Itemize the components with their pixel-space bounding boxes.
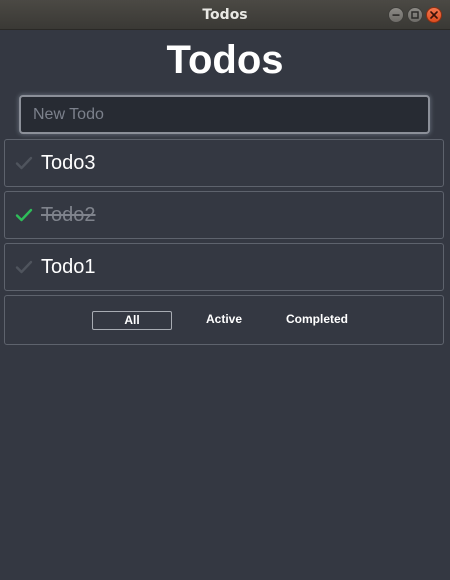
todo-label[interactable]: Todo2 (41, 192, 96, 238)
todo-item-todo1[interactable]: Todo1 (4, 243, 444, 291)
title-bar[interactable]: Todos (0, 0, 450, 30)
window-title: Todos (202, 7, 248, 23)
filter-completed-button[interactable]: Completed (273, 311, 361, 330)
check-icon[interactable] (15, 206, 33, 224)
app-window: Todos Todos Todo3 Todo2 (0, 0, 450, 580)
todo-item-todo3[interactable]: Todo3 (4, 139, 444, 187)
close-button[interactable] (426, 7, 442, 23)
maximize-icon (411, 11, 419, 19)
filter-all-button[interactable]: All (92, 311, 172, 330)
check-icon[interactable] (15, 258, 33, 276)
new-todo-input[interactable] (19, 95, 430, 134)
close-icon (430, 11, 438, 19)
filter-bar: All Active Completed (4, 295, 444, 345)
todo-label[interactable]: Todo3 (41, 140, 96, 186)
page-title: Todos (166, 38, 284, 82)
filter-active-button[interactable]: Active (191, 311, 257, 330)
check-icon[interactable] (15, 154, 33, 172)
maximize-button[interactable] (407, 7, 423, 23)
todo-label[interactable]: Todo1 (41, 244, 96, 290)
todo-item-todo2[interactable]: Todo2 (4, 191, 444, 239)
minimize-button[interactable] (388, 7, 404, 23)
minimize-icon (392, 14, 400, 16)
